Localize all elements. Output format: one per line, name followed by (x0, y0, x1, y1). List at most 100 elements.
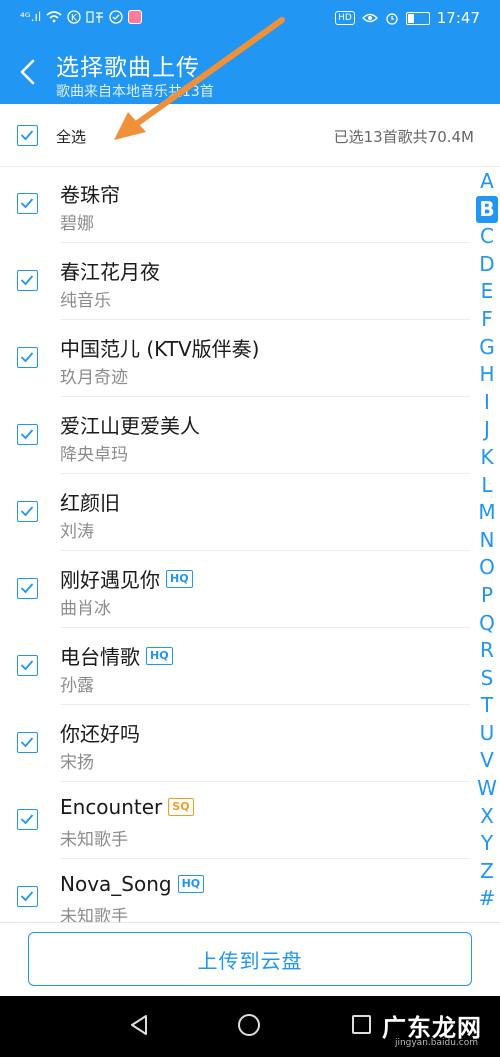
song-title: Encounter SQ (60, 795, 194, 819)
alphabet-index[interactable]: A B C D E F G H I J K L M N O P Q R S T U V W X Y Z # (474, 168, 500, 913)
status-left: ⁴ᴳ.ıl K (20, 10, 143, 24)
checkmark-icon (20, 814, 34, 825)
status-time: 17:47 (436, 9, 480, 27)
alphabet-letter-e[interactable]: E (474, 278, 500, 306)
checkmark-icon (20, 198, 34, 209)
alphabet-letter-z[interactable]: Z (474, 858, 500, 886)
song-checkbox[interactable] (17, 424, 38, 445)
k-app-icon: K (67, 10, 81, 24)
song-title: Nova_Song HQ (60, 872, 205, 896)
song-artist: 曲肖冰 (60, 599, 111, 619)
nav-recent-icon[interactable] (352, 1015, 371, 1034)
song-title-text: 春江花月夜 (60, 260, 160, 284)
selection-summary: 已选13首歌共70.4M (333, 128, 474, 146)
quality-badge-sq: SQ (168, 798, 194, 816)
alphabet-letter-p[interactable]: P (474, 582, 500, 610)
song-checkbox[interactable] (17, 347, 38, 368)
alphabet-letter-hash[interactable]: # (474, 885, 500, 913)
song-artist: 碧娜 (60, 214, 94, 234)
song-row[interactable]: 刚好遇见你 HQ 曲肖冰 (0, 551, 470, 628)
bottom-bar: 上传到云盘 (0, 922, 500, 997)
eye-icon (361, 13, 378, 23)
select-all-label: 全选 (56, 128, 87, 146)
select-all-checkbox[interactable] (17, 125, 38, 146)
song-row[interactable]: Encounter SQ 未知歌手 (0, 782, 470, 859)
song-title: 你还好吗 (60, 718, 140, 747)
alphabet-letter-i[interactable]: I (474, 389, 500, 417)
song-checkbox[interactable] (17, 193, 38, 214)
wifi-icon (46, 11, 62, 23)
app-header: ⁴ᴳ.ıl K HD 17:47 选择歌曲上传 歌曲来自本地音乐共13首 (0, 0, 500, 104)
alphabet-letter-y[interactable]: Y (474, 830, 500, 858)
song-artist: 宋扬 (60, 753, 94, 773)
alphabet-letter-a[interactable]: A (474, 168, 500, 196)
alphabet-letter-o[interactable]: O (474, 554, 500, 582)
nav-back-icon[interactable] (128, 1014, 150, 1036)
song-checkbox[interactable] (17, 655, 38, 676)
alphabet-letter-g[interactable]: G (474, 334, 500, 362)
song-row[interactable]: 红颜旧 刘涛 (0, 474, 470, 551)
page-subtitle: 歌曲来自本地音乐共13首 (56, 84, 214, 100)
alphabet-letter-c[interactable]: C (474, 223, 500, 251)
alphabet-letter-u[interactable]: U (474, 720, 500, 748)
song-checkbox[interactable] (17, 501, 38, 522)
checkmark-icon (20, 130, 34, 141)
song-row[interactable]: 爱江山更爱美人 降央卓玛 (0, 397, 470, 474)
check-circle-icon (109, 10, 123, 24)
song-row[interactable]: 中国范儿 (KTV版伴奏) 玖月奇迹 (0, 320, 470, 397)
alphabet-letter-n[interactable]: N (474, 527, 500, 555)
status-right: HD 17:47 (335, 9, 480, 27)
song-checkbox[interactable] (17, 578, 38, 599)
song-title: 爱江山更爱美人 (60, 410, 200, 439)
checkmark-icon (20, 583, 34, 594)
song-list: 卷珠帘 碧娜 春江花月夜 纯音乐 中国范儿 (KTV版伴奏) 玖月奇迹 爱江山更… (0, 166, 470, 936)
song-title: 卷珠帘 (60, 179, 120, 208)
status-bar: ⁴ᴳ.ıl K HD 17:47 (0, 0, 500, 40)
song-title-text: 中国范儿 (KTV版伴奏) (60, 337, 260, 361)
upload-to-cloud-button[interactable]: 上传到云盘 (28, 932, 472, 986)
song-title: 春江花月夜 (60, 256, 160, 285)
song-row[interactable]: 春江花月夜 纯音乐 (0, 243, 470, 320)
watermark-subtext: jingyan.baidu.com (394, 1038, 478, 1048)
quality-badge-hq: HQ (166, 569, 193, 588)
song-checkbox[interactable] (17, 886, 38, 907)
song-title-text: 电台情歌 (60, 645, 140, 669)
alphabet-letter-w[interactable]: W (474, 775, 500, 803)
alphabet-letter-v[interactable]: V (474, 747, 500, 775)
alphabet-letter-x[interactable]: X (474, 803, 500, 831)
alphabet-letter-f[interactable]: F (474, 306, 500, 334)
alphabet-letter-m[interactable]: M (474, 499, 500, 527)
select-all-row[interactable]: 全选 已选13首歌共70.4M (0, 104, 500, 167)
song-artist: 孙露 (60, 676, 94, 696)
hd-icon: HD (335, 11, 355, 25)
system-nav-bar: 广东龙网 jingyan.baidu.com (0, 996, 500, 1057)
song-title: 中国范儿 (KTV版伴奏) (60, 333, 259, 362)
alphabet-letter-d[interactable]: D (474, 251, 500, 279)
song-artist: 刘涛 (60, 522, 94, 542)
quality-badge-hq: HQ (177, 875, 205, 893)
song-row[interactable]: 卷珠帘 碧娜 (0, 166, 470, 243)
song-title-text: Nova_Song (60, 872, 172, 896)
alphabet-letter-h[interactable]: H (474, 361, 500, 389)
checkmark-icon (20, 660, 34, 671)
back-icon[interactable] (16, 58, 40, 86)
song-title: 电台情歌 HQ (60, 641, 173, 670)
song-checkbox[interactable] (17, 732, 38, 753)
alphabet-letter-l[interactable]: L (474, 472, 500, 500)
alphabet-letter-r[interactable]: R (474, 637, 500, 665)
alphabet-letter-q[interactable]: Q (474, 610, 500, 638)
alphabet-letter-b[interactable]: B (476, 195, 498, 224)
alphabet-letter-s[interactable]: S (474, 665, 500, 693)
nav-home-icon[interactable] (238, 1014, 260, 1036)
song-checkbox[interactable] (17, 270, 38, 291)
checkmark-icon (20, 891, 34, 902)
song-row[interactable]: 电台情歌 HQ 孙露 (0, 628, 470, 705)
song-checkbox[interactable] (17, 809, 38, 830)
song-row[interactable]: 你还好吗 宋扬 (0, 705, 470, 782)
listen-app-icon (86, 11, 104, 23)
song-artist: 未知歌手 (60, 830, 128, 850)
alphabet-letter-j[interactable]: J (474, 416, 500, 444)
alphabet-letter-t[interactable]: T (474, 692, 500, 720)
alphabet-letter-k[interactable]: K (474, 444, 500, 472)
app-notification-icon (128, 10, 143, 24)
